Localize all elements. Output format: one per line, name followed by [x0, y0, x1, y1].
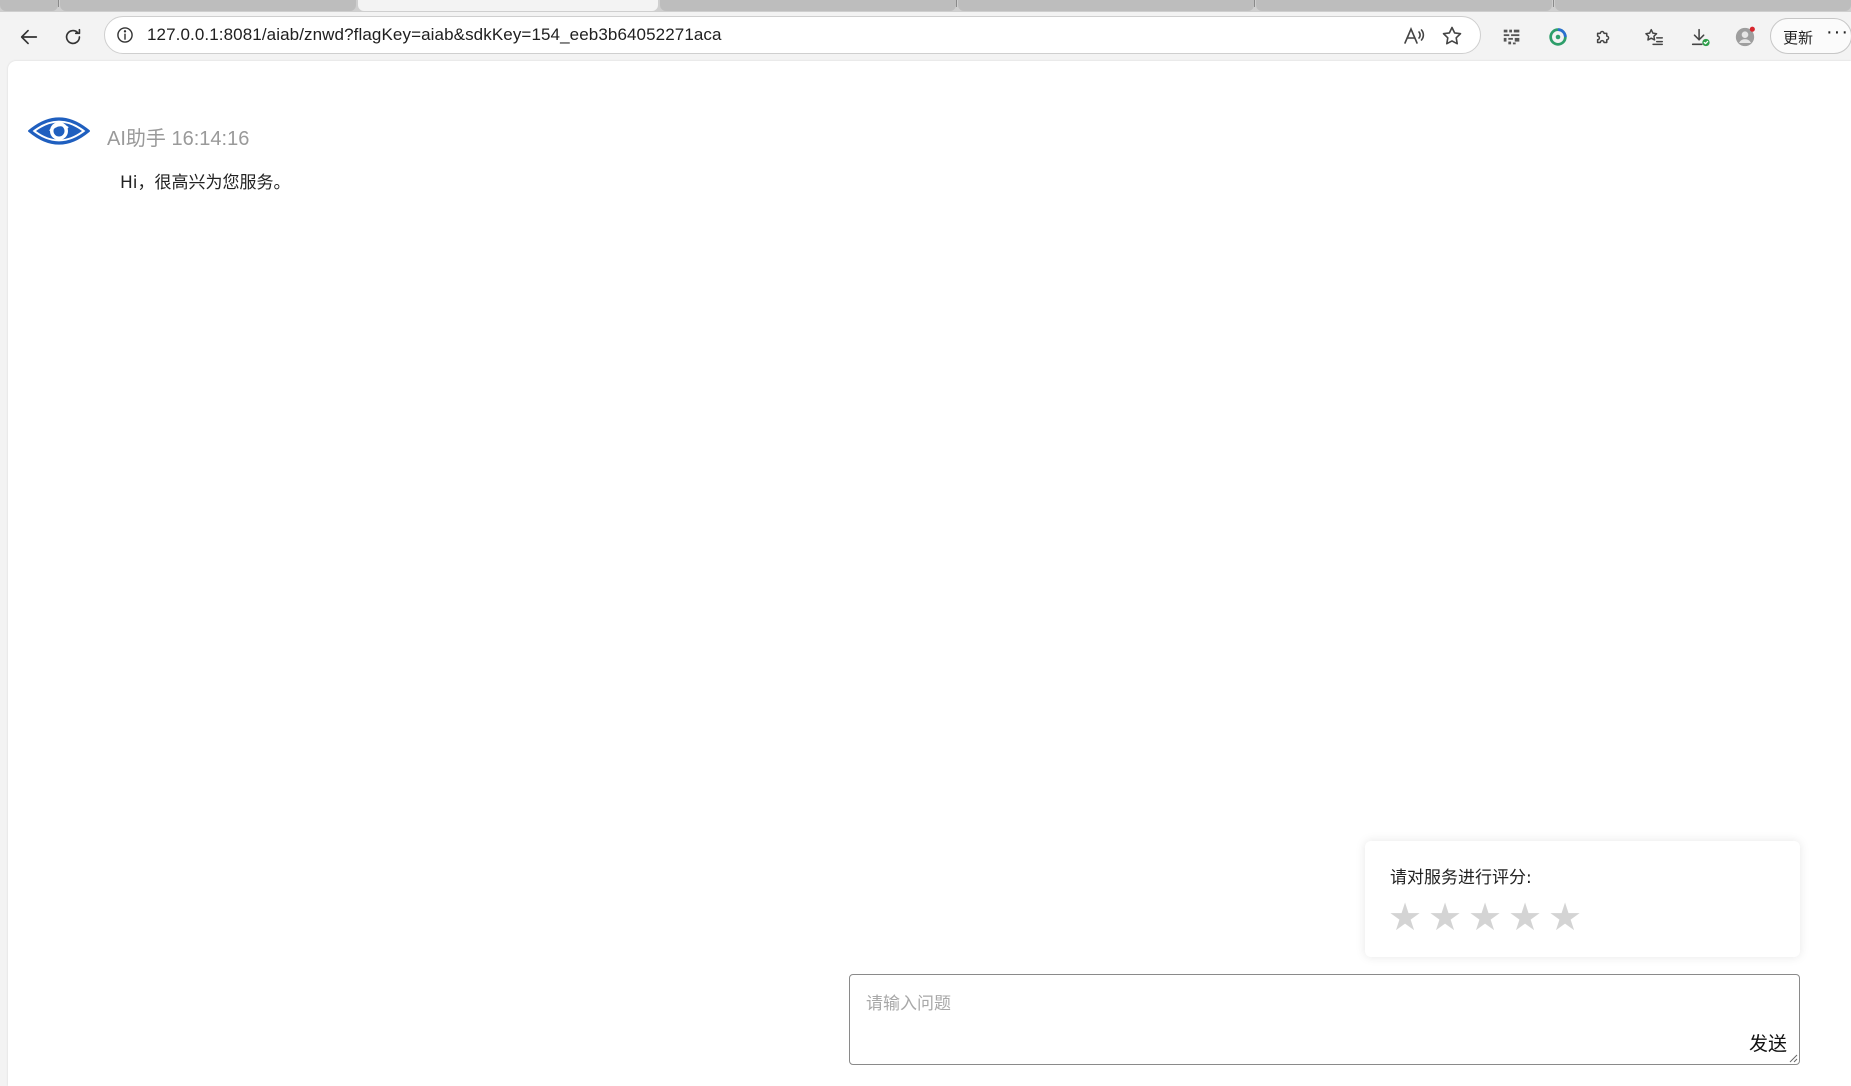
message-sender: AI助手: [107, 128, 166, 150]
favorites-button[interactable]: [1637, 20, 1671, 54]
message-text: Hi，很高兴为您服务。: [120, 173, 291, 193]
downloads-button[interactable]: [1683, 20, 1717, 54]
browser-tab[interactable]: [660, 0, 956, 11]
question-input[interactable]: [850, 975, 1799, 1064]
back-button[interactable]: [12, 20, 46, 54]
more-menu-icon[interactable]: ···: [1826, 21, 1849, 44]
message-meta: AI助手 16:14:16: [107, 122, 249, 151]
tab-separator: [58, 0, 59, 7]
rating-star-3[interactable]: ★: [1465, 897, 1505, 937]
browser-toolbar: 127.0.0.1:8081/aiab/znwd?flagKey=aiab&sd…: [0, 12, 1851, 60]
rating-star-1[interactable]: ★: [1385, 897, 1425, 937]
extension-sync-button[interactable]: [1541, 20, 1575, 54]
browser-tab[interactable]: [0, 0, 58, 11]
rating-star-4[interactable]: ★: [1505, 897, 1545, 937]
browser-tab[interactable]: [1256, 0, 1552, 11]
question-composer: 发送: [849, 974, 1800, 1065]
address-bar[interactable]: 127.0.0.1:8081/aiab/znwd?flagKey=aiab&sd…: [104, 16, 1481, 54]
tab-strip: [0, 0, 1851, 12]
message-time: 16:14:16: [171, 128, 250, 150]
url-text[interactable]: 127.0.0.1:8081/aiab/znwd?flagKey=aiab&sd…: [147, 25, 722, 45]
send-button[interactable]: 发送: [1749, 1029, 1787, 1056]
puzzle-icon: [1596, 30, 1610, 44]
info-icon[interactable]: [115, 25, 135, 45]
rating-title: 请对服务进行评分:: [1390, 868, 1532, 888]
sync-extension-icon: [1549, 28, 1567, 46]
browser-update-button[interactable]: 更新 ···: [1770, 18, 1851, 54]
extension-qr-button[interactable]: [1495, 20, 1529, 54]
extensions-button[interactable]: [1587, 20, 1621, 54]
favorites-list-icon: [1645, 28, 1663, 46]
browser-tab[interactable]: [958, 0, 1254, 11]
arrow-left-icon: [20, 29, 38, 45]
tab-separator: [1553, 0, 1554, 7]
rating-star-2[interactable]: ★: [1425, 897, 1465, 937]
chat-page: AI助手 16:14:16 Hi，很高兴为您服务。 请对服务进行评分: ★ ★ …: [8, 61, 1851, 1086]
rating-star-5[interactable]: ★: [1545, 897, 1585, 937]
qr-code-icon: [1503, 29, 1520, 45]
profile-button[interactable]: [1728, 20, 1762, 54]
reload-button[interactable]: [56, 20, 90, 54]
reload-icon: [65, 28, 81, 45]
ai-assistant-eye-logo-icon: [28, 117, 90, 145]
favorite-star-icon[interactable]: [1440, 24, 1464, 48]
rating-stars: ★ ★ ★ ★ ★: [1385, 897, 1585, 937]
download-icon: [1691, 28, 1710, 47]
browser-tab-active[interactable]: [358, 0, 658, 11]
tab-separator: [956, 0, 957, 7]
browser-tab[interactable]: [60, 0, 356, 11]
read-aloud-icon[interactable]: [1402, 24, 1426, 48]
tab-separator: [1254, 0, 1255, 7]
update-label: 更新: [1783, 30, 1814, 47]
profile-avatar-icon: [1735, 26, 1755, 47]
resize-grip-icon[interactable]: [1788, 1053, 1798, 1063]
browser-tab[interactable]: [1555, 0, 1851, 11]
rating-card: 请对服务进行评分: ★ ★ ★ ★ ★: [1365, 841, 1800, 957]
